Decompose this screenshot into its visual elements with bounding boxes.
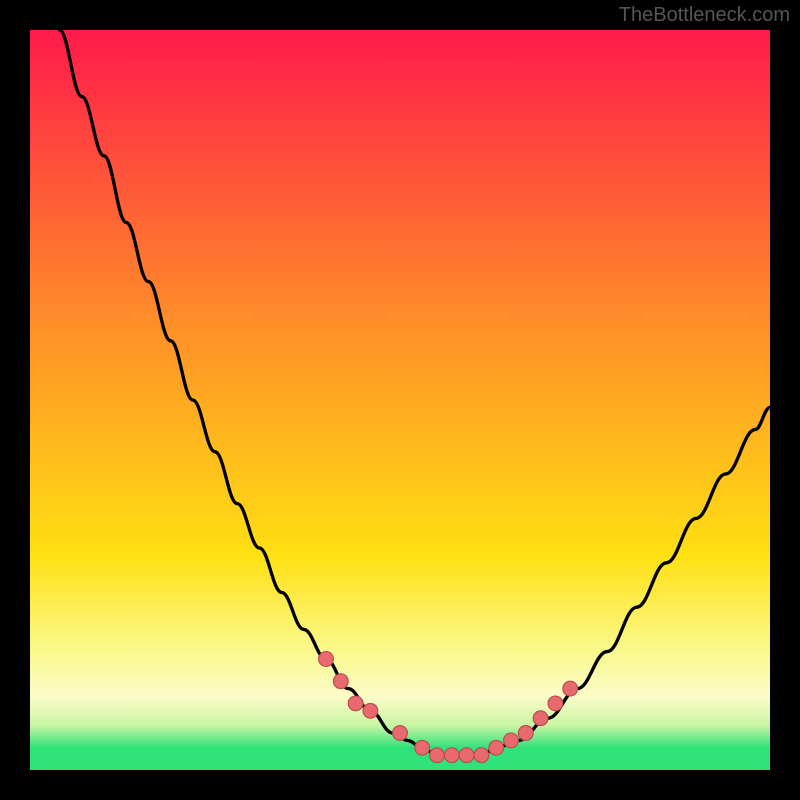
marker-point — [415, 740, 430, 755]
marker-point — [363, 703, 378, 718]
marker-point — [444, 748, 459, 763]
curve-layer — [30, 30, 770, 770]
marker-point — [563, 681, 578, 696]
marker-point — [319, 652, 334, 667]
marker-point — [333, 674, 348, 689]
marker-point — [474, 748, 489, 763]
highlight-markers — [319, 652, 578, 763]
watermark-text: TheBottleneck.com — [619, 4, 790, 27]
marker-point — [518, 726, 533, 741]
marker-point — [393, 726, 408, 741]
chart-container: TheBottleneck.com — [0, 0, 800, 800]
bottleneck-curve — [60, 30, 770, 755]
marker-point — [504, 733, 519, 748]
plot-area — [30, 30, 770, 770]
marker-point — [489, 740, 504, 755]
marker-point — [430, 748, 445, 763]
marker-point — [459, 748, 474, 763]
marker-point — [548, 696, 563, 711]
marker-point — [533, 711, 548, 726]
marker-point — [348, 696, 363, 711]
